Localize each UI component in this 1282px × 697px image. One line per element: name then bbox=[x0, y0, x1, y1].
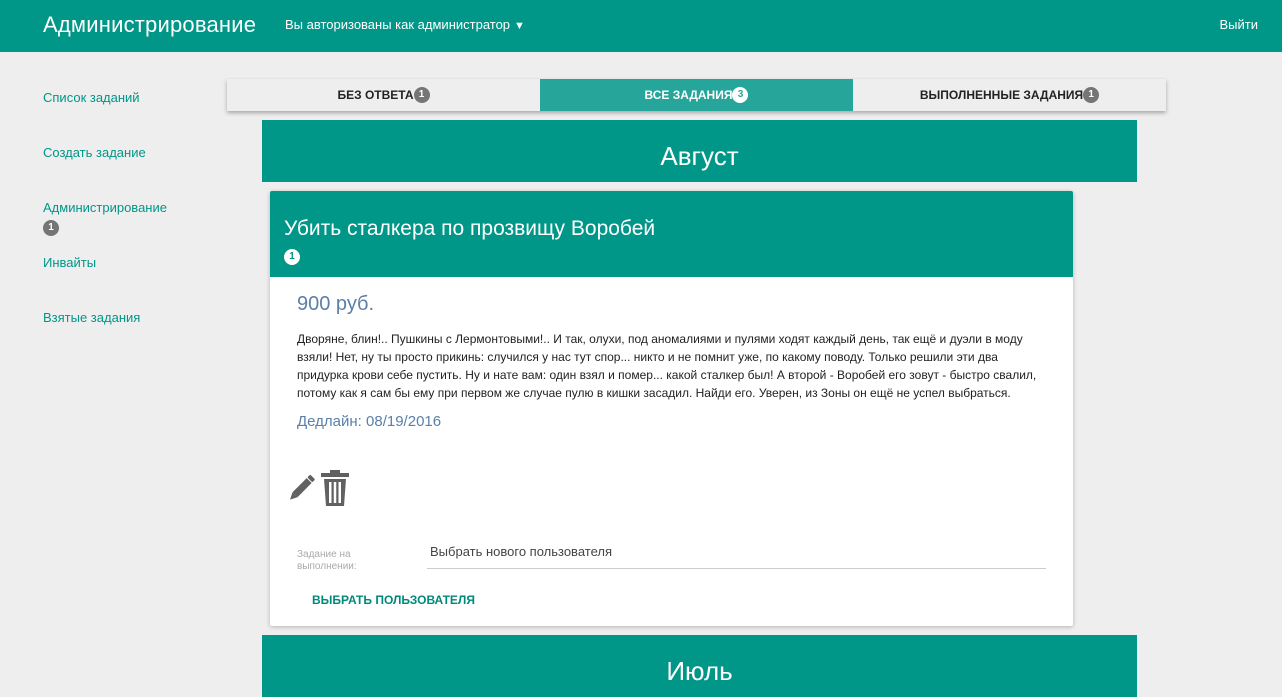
month-header-august: Август bbox=[262, 120, 1137, 182]
sidebar-item-administration[interactable]: Администрирование 1 bbox=[43, 198, 223, 253]
task-card-body: 900 руб. Дворяне, блин!.. Пушкины с Лерм… bbox=[270, 277, 1073, 430]
task-price: 900 руб. bbox=[297, 293, 375, 315]
auth-text: Вы авторизованы как администратор bbox=[285, 17, 511, 32]
tab-count-badge: 1 bbox=[1083, 87, 1100, 103]
trash-icon[interactable] bbox=[319, 469, 351, 512]
task-badge: 1 bbox=[284, 249, 300, 265]
tab-unanswered[interactable]: БЕЗ ОТВЕТА 1 bbox=[227, 79, 540, 111]
month-header-july: Июль bbox=[262, 635, 1137, 697]
task-title: Убить сталкера по прозвищу Воробей bbox=[284, 217, 656, 240]
sidebar-item-label: Список заданий bbox=[43, 90, 140, 105]
tab-count-badge: 1 bbox=[413, 87, 430, 103]
assign-label: Задание на выполнении: bbox=[297, 549, 357, 572]
tab-label: ВЫПОЛНЕННЫЕ ЗАДАНИЯ bbox=[919, 88, 1084, 102]
tab-label: ВСЕ ЗАДАНИЯ bbox=[644, 88, 733, 102]
tab-count-badge: 3 bbox=[732, 87, 749, 103]
sidebar-item-label: Администрирование bbox=[43, 200, 167, 215]
task-description: Дворяне, блин!.. Пушкины с Лермонтовыми!… bbox=[297, 332, 1037, 400]
sidebar-item-label: Взятые задания bbox=[43, 310, 141, 325]
sidebar-item-create-task[interactable]: Создать задание bbox=[43, 143, 223, 198]
logout-link[interactable]: Выйти bbox=[1220, 17, 1259, 32]
sidebar-item-invites[interactable]: Инвайты bbox=[43, 253, 223, 308]
sidebar-item-label: Инвайты bbox=[43, 255, 97, 270]
auth-dropdown[interactable]: Вы авторизованы как администратор ▼ bbox=[285, 17, 525, 32]
sidebar-item-taken-tasks[interactable]: Взятые задания bbox=[43, 308, 223, 363]
sidebar-item-label: Создать задание bbox=[43, 145, 146, 160]
pick-user-button[interactable]: ВЫБРАТЬ ПОЛЬЗОВАТЕЛЯ bbox=[312, 593, 475, 607]
top-app-bar: Администрирование Вы авторизованы как ад… bbox=[0, 0, 1282, 52]
app-title: Администрирование bbox=[43, 12, 257, 37]
sidebar-badge: 1 bbox=[43, 220, 59, 236]
caret-down-icon: ▼ bbox=[514, 20, 525, 32]
task-actions bbox=[283, 469, 351, 512]
tab-all-tasks[interactable]: ВСЕ ЗАДАНИЯ 3 bbox=[540, 79, 853, 111]
tab-completed-tasks[interactable]: ВЫПОЛНЕННЫЕ ЗАДАНИЯ 1 bbox=[853, 79, 1166, 111]
pencil-icon[interactable] bbox=[283, 470, 319, 511]
task-card-header: Убить сталкера по прозвищу Воробей 1 bbox=[270, 191, 1073, 277]
sidebar: Список заданий Создать задание Администр… bbox=[43, 88, 223, 363]
assign-user-select[interactable]: Выбрать нового пользователя bbox=[427, 541, 1046, 569]
task-card: Убить сталкера по прозвищу Воробей 1 900… bbox=[270, 191, 1073, 626]
task-filter-tabs: БЕЗ ОТВЕТА 1 ВСЕ ЗАДАНИЯ 3 ВЫПОЛНЕННЫЕ ЗАД… bbox=[227, 79, 1166, 111]
sidebar-item-task-list[interactable]: Список заданий bbox=[43, 88, 223, 143]
task-deadline: Дедлайн: 08/19/2016 bbox=[297, 413, 442, 430]
tab-label: БЕЗ ОТВЕТА bbox=[337, 88, 414, 102]
